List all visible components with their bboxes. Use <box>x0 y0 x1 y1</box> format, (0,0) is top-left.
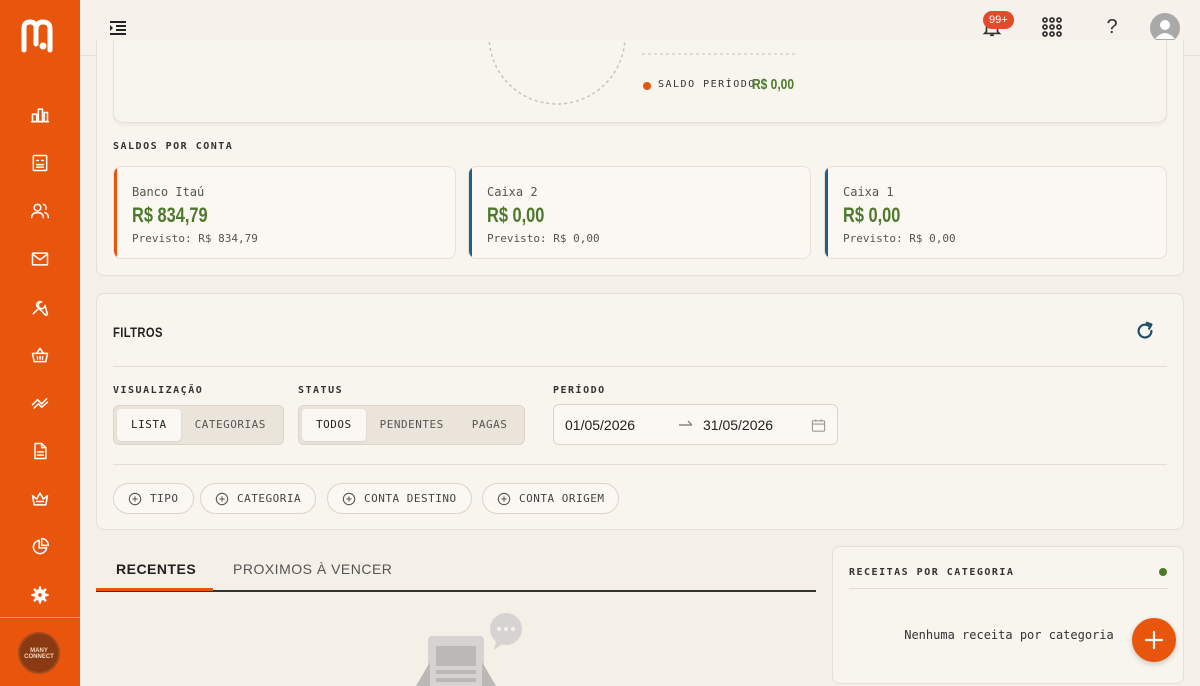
account-balance: R$ 0,00 <box>843 204 901 227</box>
account-card[interactable]: Banco Itaú R$ 834,79 Previsto: R$ 834,79 <box>113 166 456 259</box>
plus-icon <box>1144 630 1164 650</box>
menu-toggle-icon[interactable] <box>108 18 128 38</box>
active-tab-indicator <box>96 588 213 591</box>
company-avatar-text: MANY CONNECT <box>24 648 54 660</box>
visualization-toggle: LISTA CATEGORIAS <box>113 405 284 445</box>
account-balance: R$ 834,79 <box>132 204 208 227</box>
tools-icon[interactable] <box>28 295 52 319</box>
filter-chip-label: TIPO <box>150 492 179 505</box>
account-forecast: Previsto: R$ 834,79 <box>132 232 258 245</box>
plus-circle-icon <box>342 492 356 505</box>
account-balance: R$ 0,00 <box>487 204 545 227</box>
account-forecast: Previsto: R$ 0,00 <box>487 232 600 245</box>
accounts-section-label: SALDOS POR CONTA <box>113 141 234 152</box>
legend-value: R$ 0,00 <box>752 76 795 93</box>
filters-title: FILTROS <box>113 324 163 340</box>
account-color-bar <box>469 167 472 258</box>
sidebar-divider <box>0 617 80 618</box>
transactions-tabs: RECENTES PROXIMOS À VENCER <box>96 547 816 592</box>
settings-icon[interactable] <box>28 583 52 607</box>
account-card[interactable]: Caixa 2 R$ 0,00 Previsto: R$ 0,00 <box>468 166 811 259</box>
filter-chip-conta-destino[interactable]: CONTA DESTINO <box>327 483 472 514</box>
filter-chip-label: CONTA DESTINO <box>364 492 457 505</box>
refresh-icon[interactable] <box>1134 320 1156 342</box>
add-button[interactable] <box>1132 618 1176 662</box>
filters-card: FILTROS VISUALIZAÇÃO LISTA CATEGORIAS ST… <box>96 293 1184 530</box>
crown-icon[interactable] <box>28 487 52 511</box>
notifications-badge: 99+ <box>983 11 1014 29</box>
filter-chip-label: CATEGORIA <box>237 492 302 505</box>
dashboard-icon[interactable] <box>28 103 52 127</box>
status-label: STATUS <box>298 385 344 396</box>
status-option-pagas[interactable]: PAGAS <box>458 409 522 441</box>
status-option-pendentes[interactable]: PENDENTES <box>366 409 458 441</box>
revenue-by-category-title: RECEITAS POR CATEGORIA <box>849 567 1015 578</box>
plus-circle-icon <box>128 492 142 505</box>
status-option-todos[interactable]: TODOS <box>302 409 366 441</box>
visualization-option-categorias[interactable]: CATEGORIAS <box>181 409 280 441</box>
user-avatar[interactable] <box>1150 13 1180 43</box>
revenue-by-category-card: RECEITAS POR CATEGORIA Nenhuma receita p… <box>832 546 1184 684</box>
plus-circle-icon <box>215 492 229 505</box>
empty-state-illustration <box>416 613 522 686</box>
user-icon <box>1155 20 1175 39</box>
visualization-label: VISUALIZAÇÃO <box>113 385 204 396</box>
account-color-bar <box>825 167 828 258</box>
donut-chart <box>488 40 626 105</box>
account-card[interactable]: Caixa 1 R$ 0,00 Previsto: R$ 0,00 <box>824 166 1167 259</box>
document-icon[interactable] <box>28 439 52 463</box>
account-forecast: Previsto: R$ 0,00 <box>843 232 956 245</box>
pie-chart-icon[interactable] <box>28 535 52 559</box>
period-label: PERÍODO <box>553 385 606 396</box>
period-start-input[interactable]: 01/05/2026 <box>565 417 635 433</box>
filter-chip-categoria[interactable]: CATEGORIA <box>200 483 317 514</box>
account-name: Banco Itaú <box>132 185 205 199</box>
help-icon: ? <box>1106 15 1118 38</box>
tab-proximos-a-vencer[interactable]: PROXIMOS À VENCER <box>233 561 392 577</box>
divider <box>113 366 1167 367</box>
delivery-icon[interactable] <box>28 391 52 415</box>
grid-icon <box>1042 17 1062 37</box>
visualization-option-lista[interactable]: LISTA <box>117 409 181 441</box>
help-button[interactable]: ? <box>1099 14 1125 40</box>
sidebar: MANY CONNECT <box>0 0 80 686</box>
filter-chip-label: CONTA ORIGEM <box>519 492 605 505</box>
tab-recentes[interactable]: RECENTES <box>116 561 196 577</box>
apps-grid-button[interactable] <box>1039 14 1065 40</box>
users-icon[interactable] <box>28 199 52 223</box>
account-color-bar <box>114 167 117 258</box>
legend-label: SALDO PERÍODO <box>658 79 756 90</box>
status-toggle: TODOS PENDENTES PAGAS <box>298 405 526 445</box>
period-end-input[interactable]: 31/05/2026 <box>703 417 773 433</box>
account-name: Caixa 1 <box>843 185 894 199</box>
status-dot <box>1159 568 1167 576</box>
arrow-right-icon <box>679 420 693 426</box>
divider <box>113 464 1167 465</box>
company-avatar[interactable]: MANY CONNECT <box>18 632 60 674</box>
account-name: Caixa 2 <box>487 185 538 199</box>
legend-dot <box>643 82 651 90</box>
calendar-icon[interactable] <box>811 418 826 433</box>
filter-chip-tipo[interactable]: TIPO <box>113 483 194 514</box>
plus-circle-icon <box>497 492 511 505</box>
brand-logo[interactable] <box>18 16 62 56</box>
receipt-icon[interactable] <box>28 151 52 175</box>
mail-icon[interactable] <box>28 247 52 271</box>
balance-chart-card <box>113 40 1167 123</box>
basket-icon[interactable] <box>28 343 52 367</box>
divider <box>849 588 1168 589</box>
period-range-picker[interactable]: 01/05/2026 31/05/2026 <box>553 404 838 445</box>
filter-chip-conta-origem[interactable]: CONTA ORIGEM <box>482 483 620 514</box>
chart-dashed-line <box>642 53 797 55</box>
